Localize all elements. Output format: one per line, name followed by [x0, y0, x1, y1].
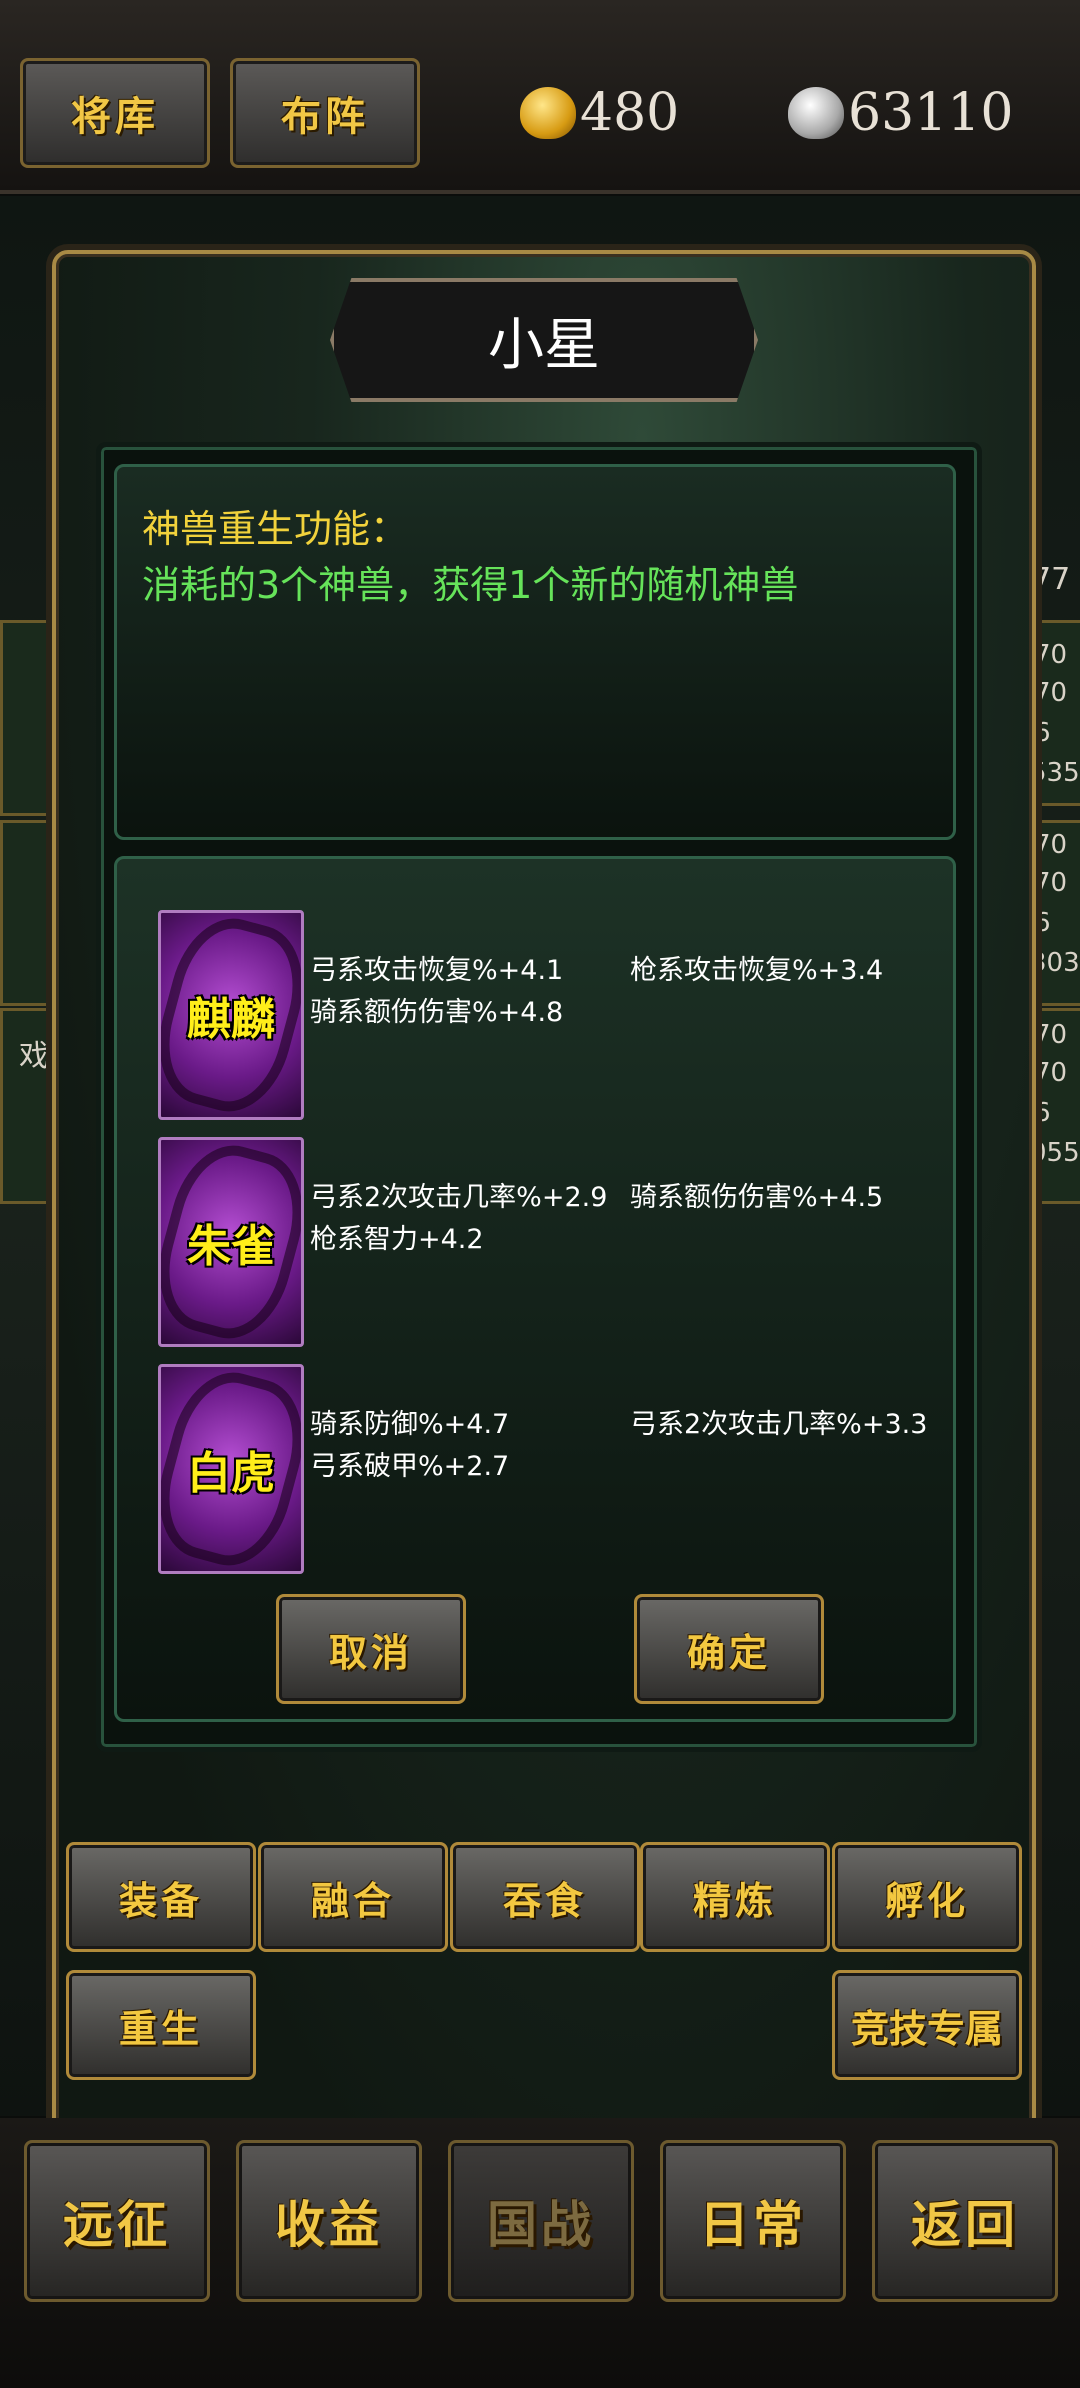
- side-card-text: 戏: [19, 1039, 49, 1074]
- side-number: 535: [1030, 758, 1080, 788]
- side-number: 055: [1030, 1138, 1080, 1168]
- side-number: 6: [1034, 1098, 1051, 1128]
- beast-stat: 枪系攻击恢复%+3.4: [630, 955, 884, 986]
- side-number: 70: [1034, 1058, 1068, 1088]
- silver-ingot-icon: [788, 87, 844, 139]
- nav-national-war[interactable]: 国战: [448, 2140, 634, 2302]
- hatch-button[interactable]: 孵化: [832, 1842, 1022, 1952]
- confirm-button[interactable]: 确定: [634, 1594, 824, 1704]
- beast-stat: 骑系防御%+4.7: [310, 1409, 510, 1440]
- gold-amount: 480: [580, 83, 680, 143]
- side-number: 6: [1034, 718, 1051, 748]
- side-number: 77: [1032, 562, 1071, 597]
- silver-amount: 63110: [848, 83, 1014, 143]
- devour-button[interactable]: 吞食: [450, 1842, 640, 1952]
- arena-exclusive-button[interactable]: 竞技专属: [832, 1970, 1022, 2080]
- silver-display: 63110: [788, 78, 1013, 148]
- beast-name: 麒麟: [187, 994, 275, 1045]
- side-number: 6: [1034, 908, 1051, 938]
- description-title: 神兽重生功能：: [142, 507, 409, 551]
- dialog-title: 小星: [330, 278, 758, 402]
- beast-stat: 枪系智力+4.2: [310, 1224, 484, 1255]
- generals-button[interactable]: 将库: [20, 58, 210, 168]
- beast-stat: 骑系额伤伤害%+4.8: [310, 997, 564, 1028]
- nav-daily[interactable]: 日常: [660, 2140, 846, 2302]
- fuse-button[interactable]: 融合: [258, 1842, 448, 1952]
- beast-stat: 骑系额伤伤害%+4.5: [630, 1182, 884, 1213]
- formation-button[interactable]: 布阵: [230, 58, 420, 168]
- beast-name: 朱雀: [187, 1221, 275, 1272]
- side-card: [0, 620, 54, 816]
- side-number: 70: [1034, 868, 1068, 898]
- beast-name: 白虎: [187, 1448, 275, 1499]
- beast-stat: 弓系攻击恢复%+4.1: [310, 955, 564, 986]
- gold-display: 480: [520, 78, 679, 148]
- gold-ingot-icon: [520, 87, 576, 139]
- beast-stat: 弓系2次攻击几率%+2.9: [310, 1182, 608, 1213]
- refine-button[interactable]: 精炼: [640, 1842, 830, 1952]
- side-number: 70: [1034, 1020, 1068, 1050]
- nav-expedition[interactable]: 远征: [24, 2140, 210, 2302]
- side-number: 70: [1034, 640, 1068, 670]
- description-text: 消耗的3个神兽，获得1个新的随机神兽: [142, 563, 799, 607]
- side-card: 戏: [0, 1008, 54, 1204]
- nav-back[interactable]: 返回: [872, 2140, 1058, 2302]
- side-number: 303: [1030, 948, 1080, 978]
- side-number: 70: [1034, 830, 1068, 860]
- side-card: [0, 820, 54, 1006]
- cancel-button[interactable]: 取消: [276, 1594, 466, 1704]
- nav-income[interactable]: 收益: [236, 2140, 422, 2302]
- rebirth-button[interactable]: 重生: [66, 1970, 256, 2080]
- beast-stat: 弓系2次攻击几率%+3.3: [630, 1409, 928, 1440]
- beast-card-baihu[interactable]: 白虎: [158, 1364, 304, 1574]
- side-number: 70: [1034, 678, 1068, 708]
- beast-card-zhuque[interactable]: 朱雀: [158, 1137, 304, 1347]
- beast-card-qilin[interactable]: 麒麟: [158, 910, 304, 1120]
- beast-stat: 弓系破甲%+2.7: [310, 1451, 510, 1482]
- equip-button[interactable]: 装备: [66, 1842, 256, 1952]
